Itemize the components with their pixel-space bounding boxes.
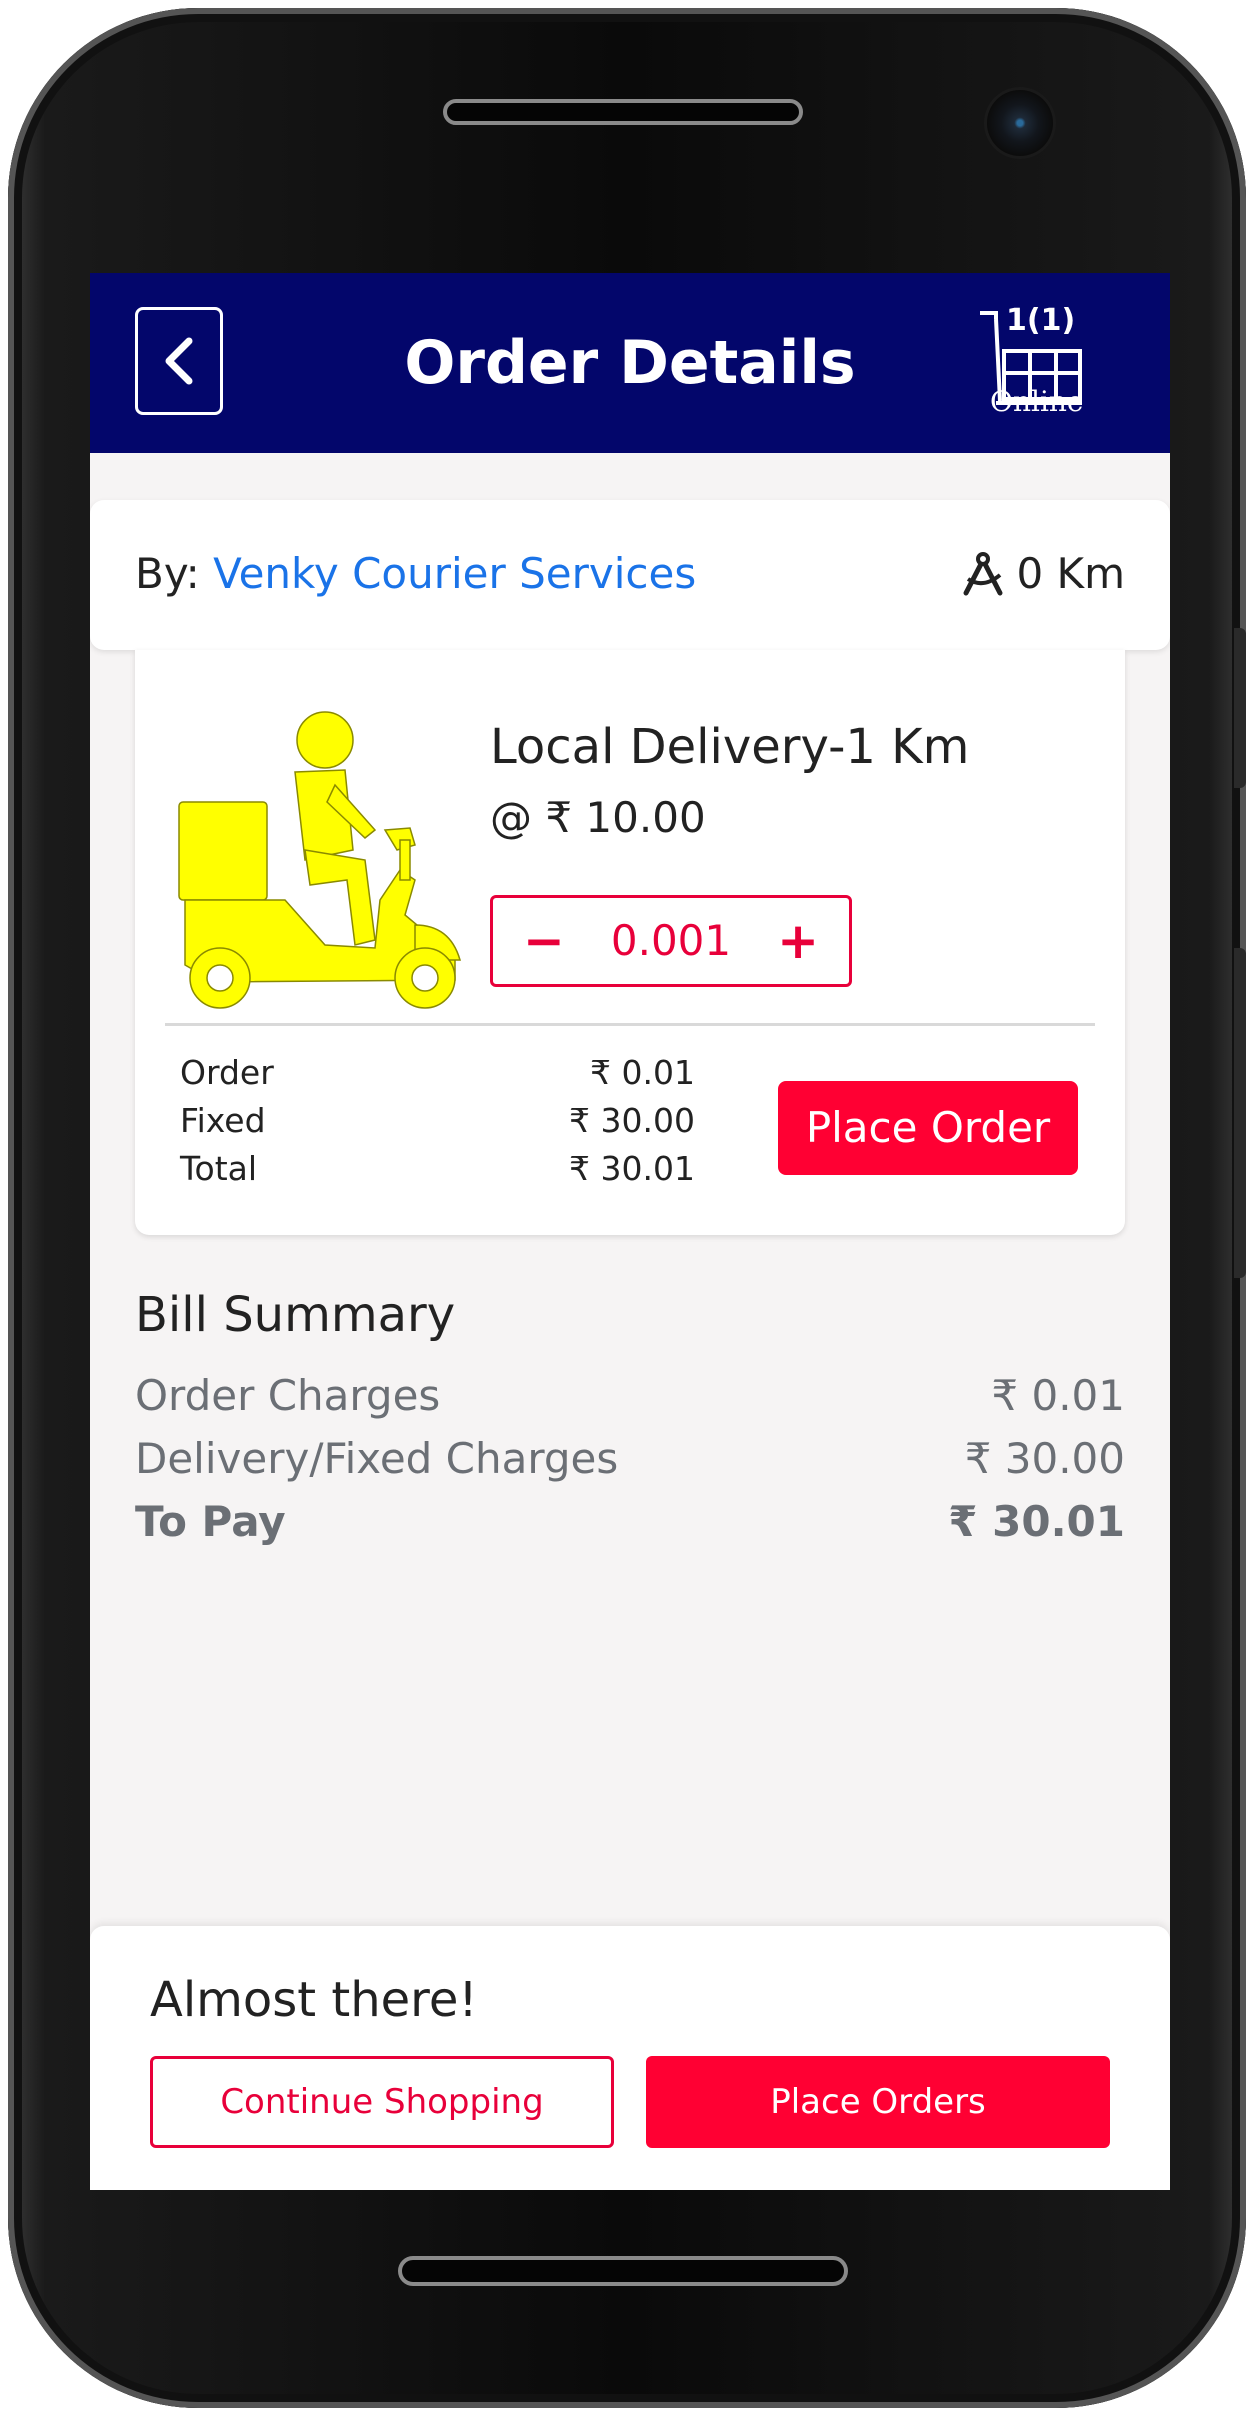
place-order-button[interactable]: Place Order: [778, 1081, 1078, 1175]
quantity-stepper: − 0.001 +: [490, 895, 852, 987]
summary-label: Total: [180, 1149, 258, 1188]
power-button: [1234, 948, 1246, 1278]
distance-value: 0 Km: [1016, 549, 1125, 598]
summary-label: Order: [180, 1053, 274, 1092]
summary-value: ₹ 0.01: [590, 1053, 695, 1092]
summary-row-fixed: Fixed ₹ 30.00: [180, 1098, 695, 1144]
bill-label: To Pay: [135, 1497, 286, 1546]
speaker-grille: [443, 99, 803, 125]
app-screen: Order Details 1(1) Online By: Venky Cour…: [90, 273, 1170, 2190]
summary-row-order: Order ₹ 0.01: [180, 1050, 695, 1096]
footer-heading: Almost there!: [150, 1972, 478, 2028]
increase-quantity-button[interactable]: +: [777, 911, 819, 971]
product-name: Local Delivery-1 Km: [490, 719, 970, 775]
home-bar: [398, 2256, 848, 2286]
quantity-value[interactable]: 0.001: [611, 913, 731, 969]
bill-row-order-charges: Order Charges ₹ 0.01: [135, 1367, 1125, 1425]
checkout-footer: Almost there! Continue Shopping Place Or…: [90, 1926, 1170, 2190]
vendor-name-link[interactable]: Venky Courier Services: [213, 549, 696, 598]
bill-summary-title: Bill Summary: [135, 1287, 456, 1343]
bill-value: ₹ 30.01: [948, 1497, 1125, 1546]
bill-row-to-pay: To Pay ₹ 30.01: [135, 1493, 1125, 1551]
bill-label: Order Charges: [135, 1371, 441, 1420]
bill-value: ₹ 30.00: [964, 1434, 1125, 1483]
card-divider: [165, 1023, 1095, 1026]
continue-shopping-button[interactable]: Continue Shopping: [150, 2056, 614, 2148]
place-orders-button[interactable]: Place Orders: [646, 2056, 1110, 2148]
cart-count: 1(1): [1006, 303, 1076, 338]
bill-label: Delivery/Fixed Charges: [135, 1434, 619, 1483]
decrease-quantity-button[interactable]: −: [523, 911, 565, 971]
summary-value: ₹ 30.01: [569, 1149, 695, 1188]
cart-status: Online: [990, 385, 1084, 418]
vendor-bar: By: Venky Courier Services 0 Km: [90, 500, 1170, 650]
delivery-scooter-icon: [178, 711, 461, 1009]
bill-row-delivery-charges: Delivery/Fixed Charges ₹ 30.00: [135, 1430, 1125, 1488]
front-camera: [987, 90, 1053, 156]
volume-button: [1234, 628, 1246, 788]
compass-icon: [963, 552, 1003, 596]
vendor-label: By: Venky Courier Services: [135, 546, 696, 602]
summary-label: Fixed: [180, 1101, 266, 1140]
summary-row-total: Total ₹ 30.01: [180, 1146, 695, 1192]
distance-indicator: 0 Km: [960, 546, 1125, 602]
bill-value: ₹ 0.01: [991, 1371, 1125, 1420]
vendor-by-label: By:: [135, 549, 200, 598]
product-price: @ ₹ 10.00: [490, 793, 706, 842]
product-card: Local Delivery-1 Km @ ₹ 10.00 − 0.001 + …: [135, 650, 1125, 1235]
summary-value: ₹ 30.00: [569, 1101, 695, 1140]
app-header: Order Details 1(1) Online: [90, 273, 1170, 453]
